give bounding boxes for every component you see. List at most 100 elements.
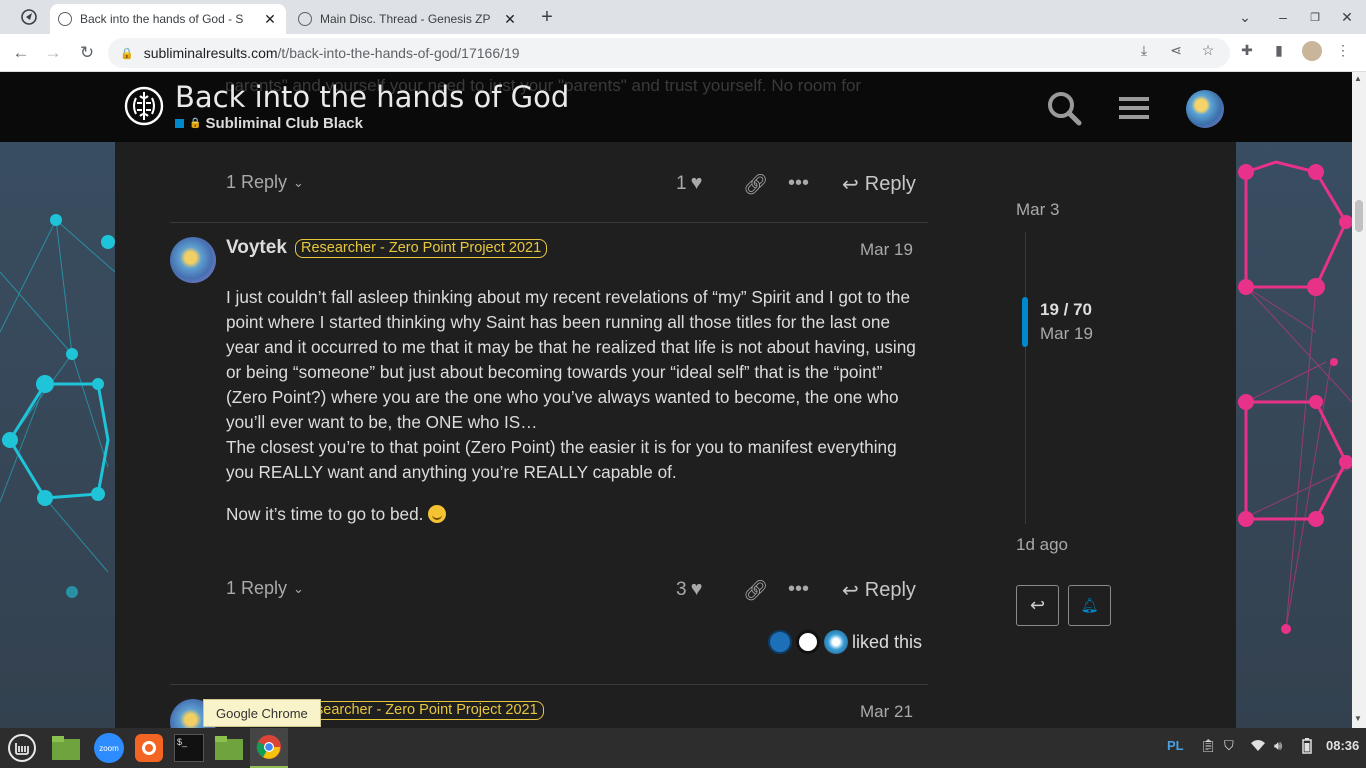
terminal-icon[interactable]: $_ <box>173 732 205 764</box>
clock[interactable]: 08:36 <box>1326 738 1359 753</box>
topic-title[interactable]: Back into the hands of God <box>175 80 569 114</box>
post-text-line: Now it’s time to go to bed. <box>226 504 424 524</box>
category-badge[interactable]: 🔒 Subliminal Club Black <box>175 115 363 132</box>
reply-arrow-icon: ↩ <box>1029 595 1046 615</box>
extensions-puzzle-icon[interactable]: ✚ <box>1238 42 1256 60</box>
install-app-icon[interactable]: ⤓ <box>1135 42 1153 60</box>
minimize-icon[interactable]: – <box>1274 8 1292 26</box>
like-button[interactable]: 3 ♥ <box>676 578 702 601</box>
battery-icon[interactable] <box>1302 738 1312 757</box>
url-host: subliminalresults.com <box>143 45 278 61</box>
restore-icon[interactable]: ❐ <box>1306 8 1324 26</box>
lock-icon: 🔒 <box>189 118 202 129</box>
zoom-app-icon[interactable]: zoom <box>93 732 125 764</box>
timeshift-app-icon[interactable] <box>133 732 165 764</box>
heart-icon: ♥ <box>690 578 703 600</box>
clipboard-icon[interactable]: 📋︎ <box>1200 738 1217 754</box>
replies-label: 1 Reply <box>226 578 288 598</box>
post-date[interactable]: Mar 21 <box>860 702 913 722</box>
lock-icon: 🔒 <box>120 47 134 60</box>
browser-toolbar: ← → ↻ 🔒 subliminalresults.com/t/back-int… <box>0 34 1366 72</box>
reply-button[interactable]: ↩ Reply <box>842 578 916 603</box>
zoom-label: zoom <box>94 733 124 763</box>
more-options-icon[interactable]: ••• <box>788 578 809 601</box>
tab-label: Main Disc. Thread - Genesis ZP <box>320 12 491 26</box>
bookmark-star-icon[interactable]: ☆ <box>1199 42 1217 60</box>
brain-logo-icon[interactable] <box>124 86 164 126</box>
chevron-down-icon: ⌄ <box>293 580 304 596</box>
side-panel-icon[interactable]: ▮ <box>1270 42 1288 60</box>
chevron-down-icon: ⌄ <box>293 174 304 190</box>
google-chrome-taskbar-icon[interactable] <box>250 728 288 768</box>
post-date[interactable]: Mar 19 <box>860 240 913 260</box>
link-icon[interactable]: 🔗︎ <box>743 172 768 197</box>
post-text-line: The closest you’re to that point (Zero P… <box>226 437 897 482</box>
previous-post-replies-toggle[interactable]: 1 Reply ⌄ <box>226 172 304 193</box>
more-options-icon[interactable]: ••• <box>788 172 809 195</box>
post-text-line: I just couldn’t fall asleep thinking abo… <box>226 287 916 432</box>
timeline-start-date[interactable]: Mar 3 <box>1016 200 1059 220</box>
user-avatar[interactable] <box>1186 90 1224 128</box>
tab-back-into-hands-of-god[interactable]: Back into the hands of God - S ✕ <box>50 4 286 34</box>
post-divider <box>170 684 928 685</box>
tab-search-chevron-icon[interactable]: ⌄ <box>1236 8 1254 26</box>
post-body: I just couldn’t fall asleep thinking abo… <box>226 285 926 544</box>
like-count: 1 <box>676 172 687 194</box>
like-button[interactable]: 1 ♥ <box>676 172 702 195</box>
heart-icon: ♥ <box>690 172 703 194</box>
liker-avatar[interactable] <box>796 630 820 654</box>
reply-label: Reply <box>864 579 916 601</box>
user-title-badge: Researcher - Zero Point Project 2021 <box>295 239 548 258</box>
window-close-icon[interactable]: ✕ <box>1338 8 1356 26</box>
close-icon[interactable]: ✕ <box>502 11 518 28</box>
profile-avatar[interactable] <box>1302 41 1322 61</box>
liker-avatar[interactable] <box>824 630 848 654</box>
url-path: /t/back-into-the-hands-of-god/17166/19 <box>277 45 520 61</box>
post-author-avatar[interactable] <box>170 237 216 283</box>
left-network-decoration <box>0 214 115 598</box>
notifications-bell-button[interactable]: 🔔︎ <box>1068 585 1111 626</box>
liked-this-label: liked this <box>852 631 923 652</box>
search-icon[interactable] <box>1046 90 1082 126</box>
back-arrow-icon[interactable]: ← <box>10 42 32 64</box>
browser-tab-strip: Back into the hands of God - S ✕ Main Di… <box>0 0 1366 34</box>
reply-label: Reply <box>864 173 916 195</box>
liker-avatar[interactable] <box>768 630 792 654</box>
post-paragraph: I just couldn’t fall asleep thinking abo… <box>226 285 926 485</box>
kebab-menu-icon[interactable]: ⋮ <box>1334 42 1352 60</box>
liked-by-list: liked this <box>768 630 922 654</box>
post-replies-toggle[interactable]: 1 Reply ⌄ <box>226 578 304 599</box>
volume-icon[interactable]: 🔊︎ <box>1274 738 1282 754</box>
taskbar-tooltip: Google Chrome <box>203 699 321 727</box>
scroll-down-arrow-icon[interactable]: ▼ <box>1354 714 1362 723</box>
timeline-track[interactable] <box>1025 232 1026 524</box>
scrollbar-thumb[interactable] <box>1355 200 1363 232</box>
chrome-menu-icon[interactable] <box>20 8 38 26</box>
wifi-icon[interactable] <box>1250 738 1266 755</box>
timeline-end-date[interactable]: 1d ago <box>1016 535 1068 555</box>
scroll-up-arrow-icon[interactable]: ▲ <box>1354 74 1362 83</box>
reply-arrow-icon: ↩ <box>842 174 859 196</box>
timeline-scroll-handle[interactable] <box>1022 297 1028 347</box>
close-icon[interactable]: ✕ <box>262 11 278 28</box>
folder-icon[interactable] <box>213 732 245 764</box>
tab-main-disc-thread[interactable]: Main Disc. Thread - Genesis ZP ✕ <box>290 4 526 34</box>
forward-arrow-icon[interactable]: → <box>42 42 64 64</box>
user-title-badge: searcher - Zero Point Project 2021 <box>311 701 544 720</box>
files-folder-icon[interactable] <box>50 732 82 764</box>
post-username[interactable]: Voytek <box>226 237 287 259</box>
reply-button[interactable]: ↩ Reply <box>842 172 916 197</box>
address-bar[interactable]: 🔒 subliminalresults.com/t/back-into-the-… <box>108 38 1230 68</box>
shield-icon[interactable]: ⛉ <box>1224 738 1234 754</box>
site-favicon-icon <box>58 12 72 26</box>
category-name: Subliminal Club Black <box>205 115 363 132</box>
reload-icon[interactable]: ↻ <box>76 42 98 64</box>
new-tab-button[interactable]: + <box>538 6 556 28</box>
page-scrollbar[interactable]: ▲ ▼ <box>1352 72 1366 728</box>
keyboard-layout-indicator[interactable]: PL <box>1167 738 1184 753</box>
link-icon[interactable]: 🔗︎ <box>743 578 768 603</box>
hamburger-menu-icon[interactable] <box>1116 90 1152 126</box>
topic-reply-button[interactable]: ↩ <box>1016 585 1059 626</box>
mint-menu-icon[interactable] <box>6 732 38 764</box>
share-icon[interactable]: ⋖ <box>1167 42 1185 60</box>
